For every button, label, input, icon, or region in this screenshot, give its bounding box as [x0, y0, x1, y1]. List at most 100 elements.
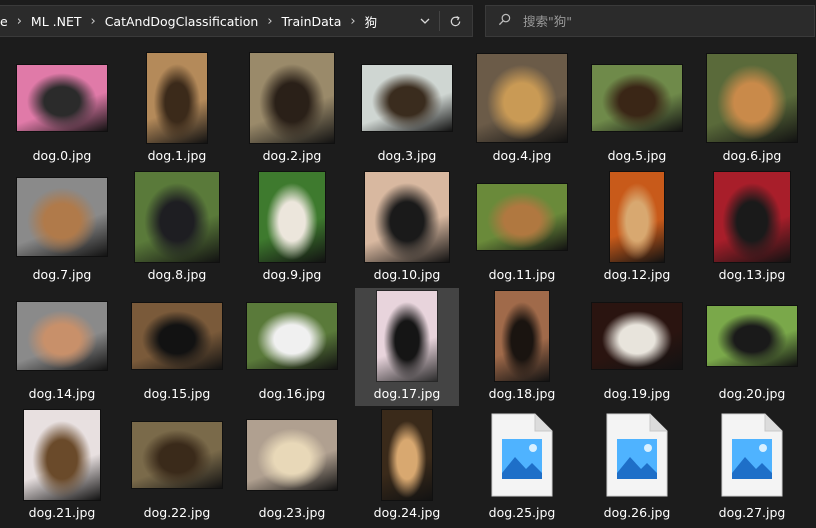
thumbnail-frame — [700, 169, 804, 265]
file-item[interactable]: dog.0.jpg — [10, 50, 114, 168]
photo-thumbnail — [707, 54, 797, 142]
breadcrumb-item[interactable]: e — [0, 14, 8, 29]
file-item[interactable]: dog.23.jpg — [240, 407, 344, 525]
file-name: dog.23.jpg — [258, 505, 326, 520]
chevron-right-icon[interactable]: › — [267, 14, 272, 29]
search-box[interactable] — [485, 5, 815, 37]
file-item[interactable]: dog.13.jpg — [700, 169, 804, 287]
photo-thumbnail — [132, 303, 222, 369]
file-name: dog.22.jpg — [143, 505, 211, 520]
search-input[interactable] — [521, 12, 785, 30]
photo-thumbnail — [147, 53, 207, 143]
file-name: dog.0.jpg — [32, 148, 92, 163]
address-bar[interactable]: e › ML .NET › CatAndDogClassification › … — [0, 5, 473, 37]
photo-thumbnail — [477, 184, 567, 250]
file-name: dog.5.jpg — [607, 148, 667, 163]
photo-thumbnail — [132, 422, 222, 488]
file-name: dog.26.jpg — [603, 505, 671, 520]
photo-thumbnail — [592, 65, 682, 131]
file-name: dog.1.jpg — [147, 148, 207, 163]
file-item[interactable]: dog.19.jpg — [585, 288, 689, 406]
file-item[interactable]: dog.27.jpg — [700, 407, 804, 525]
thumbnail-frame — [355, 50, 459, 146]
thumbnail-frame — [355, 407, 459, 503]
photo-thumbnail — [477, 54, 567, 142]
file-item[interactable]: dog.25.jpg — [470, 407, 574, 525]
breadcrumb-item[interactable]: CatAndDogClassification — [105, 14, 259, 29]
photo-thumbnail — [365, 172, 449, 262]
search-icon — [498, 13, 511, 29]
file-item[interactable]: dog.15.jpg — [125, 288, 229, 406]
file-name: dog.9.jpg — [262, 267, 322, 282]
photo-thumbnail — [24, 410, 100, 500]
image-file-icon — [491, 413, 553, 497]
thumbnail-frame — [470, 50, 574, 146]
file-item[interactable]: dog.21.jpg — [10, 407, 114, 525]
file-item[interactable]: dog.10.jpg — [355, 169, 459, 287]
file-item[interactable]: dog.22.jpg — [125, 407, 229, 525]
chevron-right-icon[interactable]: › — [91, 14, 96, 29]
breadcrumb-item[interactable]: ML .NET — [31, 14, 82, 29]
thumbnail-frame — [585, 288, 689, 384]
file-item[interactable]: dog.9.jpg — [240, 169, 344, 287]
photo-thumbnail — [377, 291, 437, 381]
breadcrumb: e › ML .NET › CatAndDogClassification › … — [0, 12, 472, 31]
thumbnail-frame — [125, 169, 229, 265]
photo-thumbnail — [135, 172, 219, 262]
thumbnail-frame — [700, 407, 804, 503]
photo-thumbnail — [247, 420, 337, 490]
file-name: dog.20.jpg — [718, 386, 786, 401]
file-grid: dog.0.jpg dog.1.jpg dog.2.jpg dog.3.jpg dog.… — [0, 44, 816, 528]
file-item[interactable]: dog.12.jpg — [585, 169, 689, 287]
file-item[interactable]: dog.14.jpg — [10, 288, 114, 406]
file-item[interactable]: dog.6.jpg — [700, 50, 804, 168]
explorer-toolbar: e › ML .NET › CatAndDogClassification › … — [0, 0, 816, 44]
chevron-down-icon[interactable] — [412, 6, 438, 36]
file-item[interactable]: dog.16.jpg — [240, 288, 344, 406]
file-item[interactable]: dog.8.jpg — [125, 169, 229, 287]
file-name: dog.4.jpg — [492, 148, 552, 163]
file-name: dog.27.jpg — [718, 505, 786, 520]
thumbnail-frame — [240, 407, 344, 503]
file-name: dog.10.jpg — [373, 267, 441, 282]
breadcrumb-item[interactable]: TrainData — [282, 14, 342, 29]
image-file-icon — [606, 413, 668, 497]
file-item[interactable]: dog.4.jpg — [470, 50, 574, 168]
refresh-icon[interactable] — [442, 6, 468, 36]
thumbnail-frame — [240, 288, 344, 384]
file-name: dog.14.jpg — [28, 386, 96, 401]
photo-thumbnail — [17, 302, 107, 370]
photo-thumbnail — [250, 53, 334, 143]
file-item[interactable]: dog.7.jpg — [10, 169, 114, 287]
file-name: dog.8.jpg — [147, 267, 207, 282]
thumbnail-frame — [585, 169, 689, 265]
file-name: dog.25.jpg — [488, 505, 556, 520]
photo-thumbnail — [714, 172, 790, 262]
photo-thumbnail — [259, 172, 325, 262]
file-item[interactable]: dog.17.jpg — [355, 288, 459, 406]
file-name: dog.16.jpg — [258, 386, 326, 401]
chevron-right-icon[interactable]: › — [17, 14, 22, 29]
file-item[interactable]: dog.20.jpg — [700, 288, 804, 406]
file-item[interactable]: dog.24.jpg — [355, 407, 459, 525]
thumbnail-frame — [700, 50, 804, 146]
file-item[interactable]: dog.18.jpg — [470, 288, 574, 406]
file-item[interactable]: dog.5.jpg — [585, 50, 689, 168]
breadcrumb-item-current[interactable]: 狗 — [365, 12, 378, 31]
photo-thumbnail — [17, 65, 107, 131]
file-name: dog.21.jpg — [28, 505, 96, 520]
photo-thumbnail — [495, 291, 549, 381]
file-item[interactable]: dog.11.jpg — [470, 169, 574, 287]
photo-thumbnail — [592, 303, 682, 369]
file-item[interactable]: dog.2.jpg — [240, 50, 344, 168]
thumbnail-frame — [470, 288, 574, 384]
file-item[interactable]: dog.3.jpg — [355, 50, 459, 168]
thumbnail-frame — [10, 169, 114, 265]
chevron-right-icon[interactable]: › — [350, 14, 355, 29]
thumbnail-frame — [470, 407, 574, 503]
file-item[interactable]: dog.26.jpg — [585, 407, 689, 525]
thumbnail-frame — [10, 50, 114, 146]
file-item[interactable]: dog.1.jpg — [125, 50, 229, 168]
divider — [439, 11, 440, 31]
thumbnail-frame — [240, 50, 344, 146]
